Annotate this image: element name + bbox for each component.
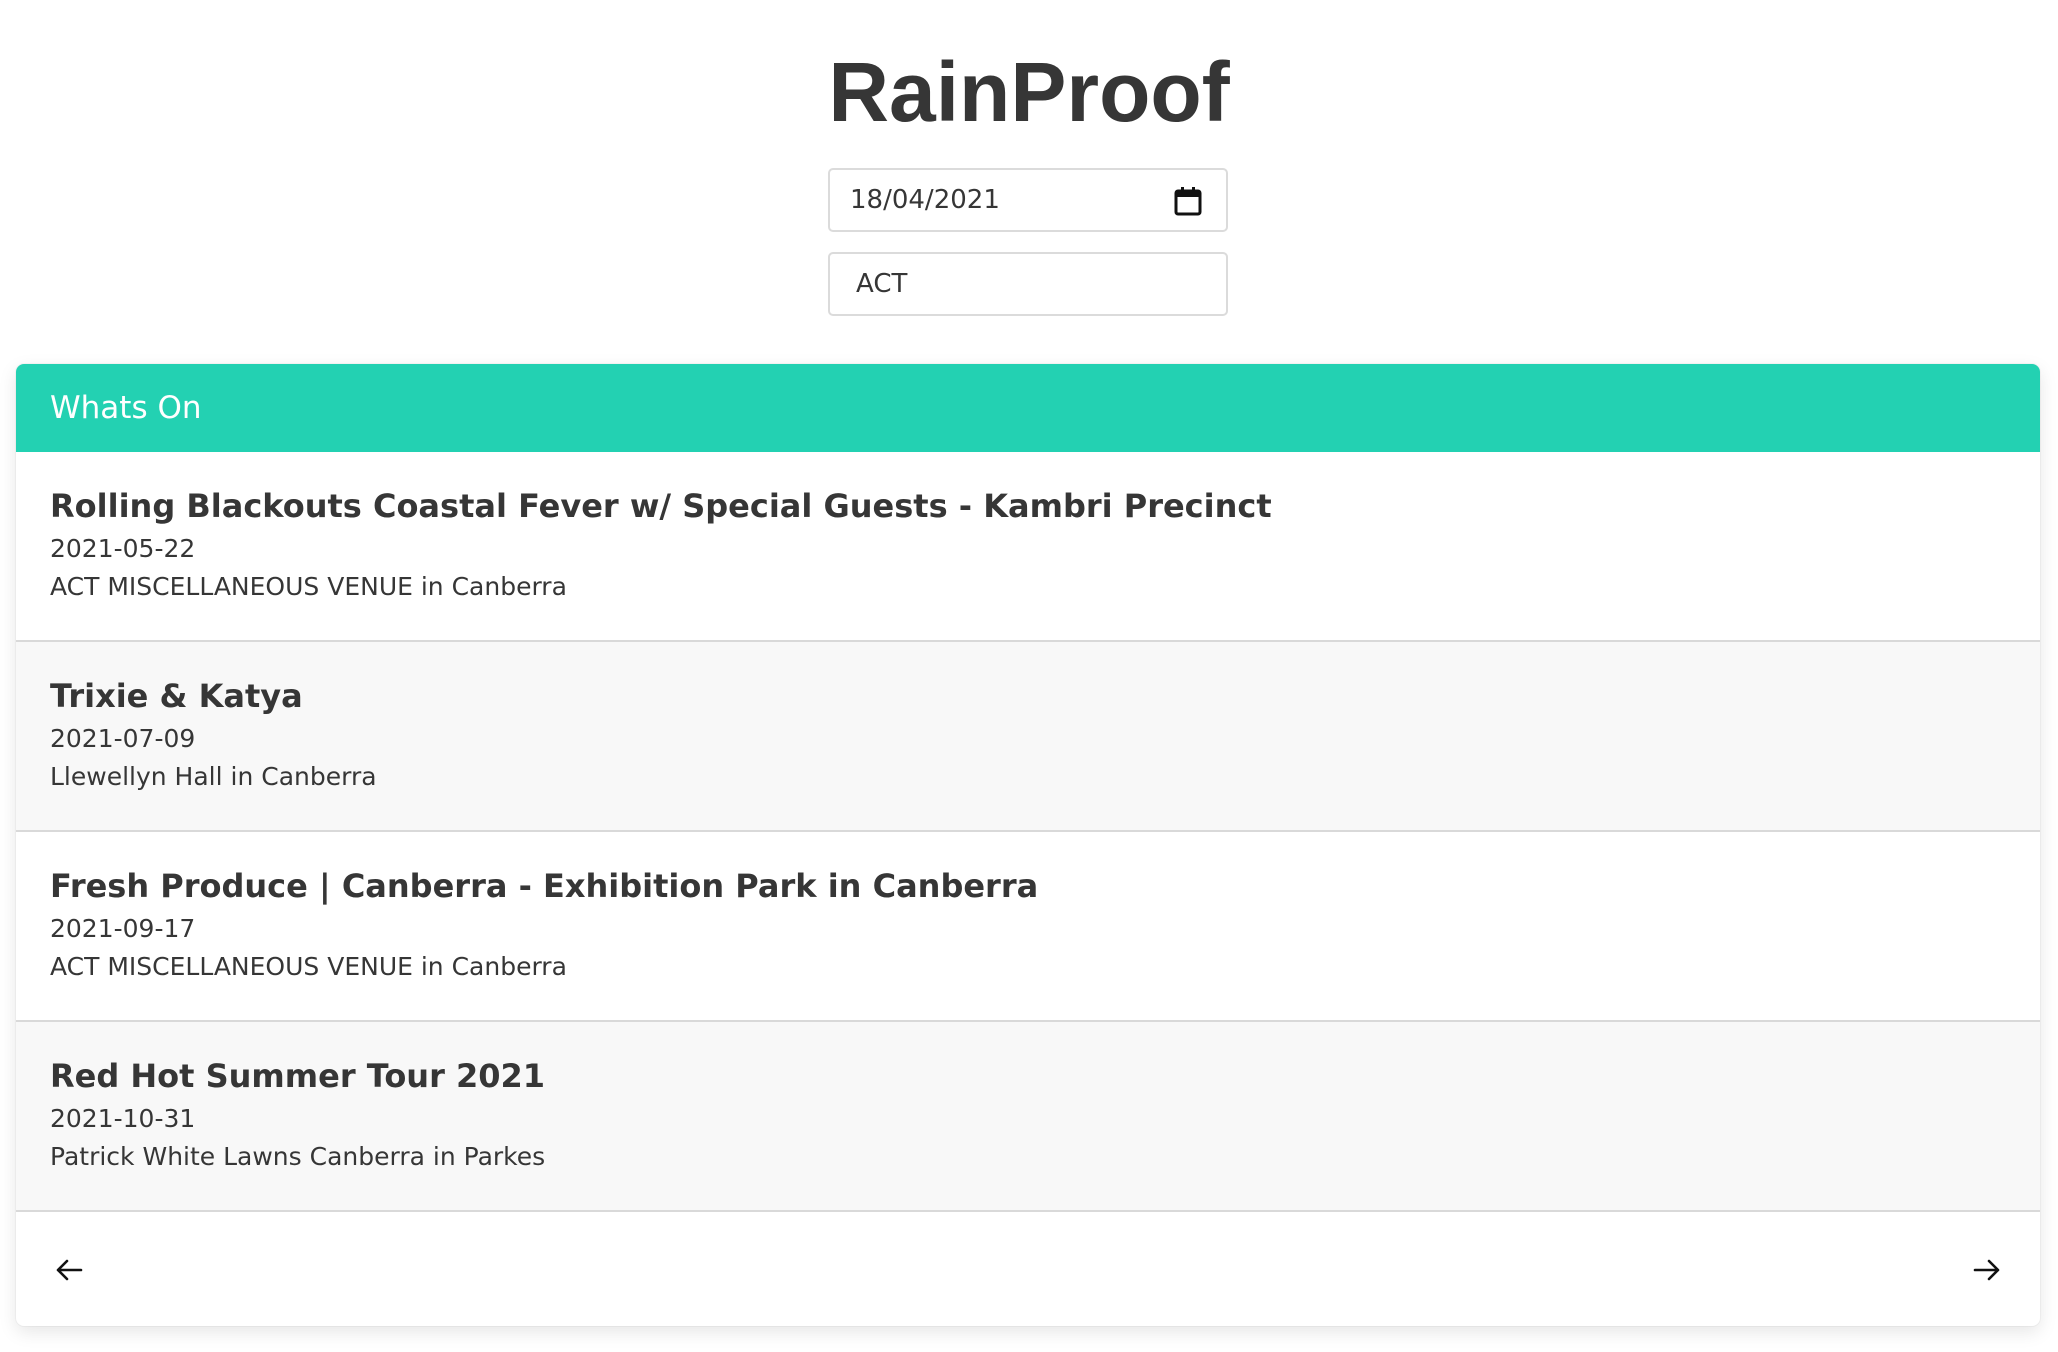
event-title: Fresh Produce | Canberra - Exhibition Pa…	[50, 867, 1039, 905]
date-field[interactable]	[828, 168, 1228, 232]
panel-heading: Whats On	[16, 364, 2040, 452]
event-title: Trixie & Katya	[50, 677, 303, 715]
app-title: RainProof	[828, 45, 1230, 139]
panel-footer	[16, 1212, 2040, 1326]
event-item[interactable]: Rolling Blackouts Coastal Fever w/ Speci…	[16, 452, 2040, 642]
event-title: Red Hot Summer Tour 2021	[50, 1057, 546, 1095]
event-venue: Llewellyn Hall in Canberra	[50, 762, 377, 791]
event-date: 2021-09-17	[50, 914, 196, 943]
arrow-left-icon[interactable]	[54, 1255, 84, 1285]
event-date: 2021-10-31	[50, 1104, 196, 1133]
event-date: 2021-07-09	[50, 724, 196, 753]
event-venue: ACT MISCELLANEOUS VENUE in Canberra	[50, 952, 567, 981]
state-field[interactable]	[828, 252, 1228, 316]
page: RainProof Whats On Rolling Blackouts Coa…	[0, 0, 2058, 1352]
event-date: 2021-05-22	[50, 534, 196, 563]
date-input[interactable]	[830, 170, 1226, 230]
event-venue: Patrick White Lawns Canberra in Parkes	[50, 1142, 546, 1171]
event-item[interactable]: Trixie & Katya 2021-07-09 Llewellyn Hall…	[16, 642, 2040, 832]
event-item[interactable]: Fresh Produce | Canberra - Exhibition Pa…	[16, 832, 2040, 1022]
event-title: Rolling Blackouts Coastal Fever w/ Speci…	[50, 487, 1272, 525]
calendar-icon[interactable]	[1174, 186, 1202, 216]
whats-on-panel: Whats On Rolling Blackouts Coastal Fever…	[16, 364, 2040, 1326]
event-venue: ACT MISCELLANEOUS VENUE in Canberra	[50, 572, 567, 601]
event-item[interactable]: Red Hot Summer Tour 2021 2021-10-31 Patr…	[16, 1022, 2040, 1212]
state-input[interactable]	[830, 254, 1226, 314]
arrow-right-icon[interactable]	[1972, 1255, 2002, 1285]
